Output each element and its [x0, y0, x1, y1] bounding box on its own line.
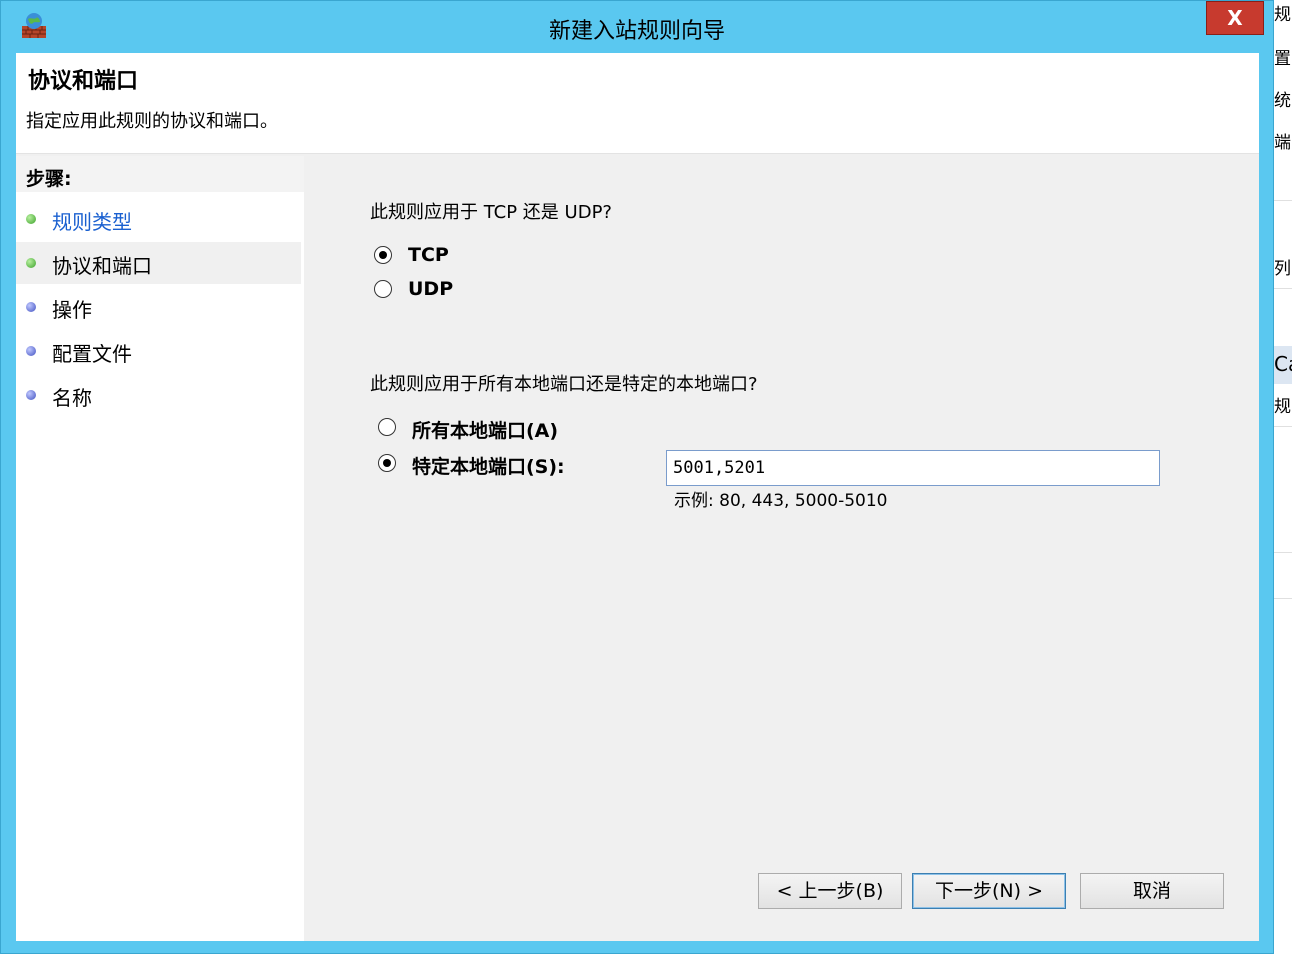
step-status-green-icon: [26, 214, 36, 224]
step-label: 协议和端口: [52, 254, 152, 278]
wizard-window: 新建入站规则向导 X 协议和端口 指定应用此规则的协议和端口。 步骤: 规则类型…: [0, 0, 1274, 954]
close-button[interactable]: X: [1206, 1, 1264, 35]
step-label: 操作: [52, 298, 92, 322]
window-title: 新建入站规则向导: [548, 19, 725, 44]
cancel-button[interactable]: 取消: [1080, 873, 1224, 909]
wizard-client-area: 协议和端口 指定应用此规则的协议和端口。 步骤: 规则类型 协议和端口 操作 配…: [16, 53, 1259, 941]
content-panel: 此规则应用于 TCP 还是 UDP? TCP UDP 此规则应用于所有本地端口还…: [308, 156, 1259, 941]
back-button[interactable]: < 上一步(B): [758, 873, 902, 909]
bg-text-2: 置: [1274, 49, 1291, 69]
step-status-blue-icon: [26, 390, 36, 400]
specific-ports-input[interactable]: [666, 450, 1160, 486]
bg-text-6: Ca: [1274, 352, 1292, 376]
step-label: 配置文件: [52, 342, 132, 366]
specific-ports-radio-button[interactable]: [378, 454, 396, 472]
step-label: 名称: [52, 386, 92, 410]
page-header: 协议和端口 指定应用此规则的协议和端口。: [16, 53, 1259, 154]
step-status-green-icon: [26, 258, 36, 268]
step-profile: 配置文件: [16, 330, 301, 372]
step-rule-type[interactable]: 规则类型: [16, 198, 301, 240]
udp-radio-label[interactable]: UDP: [408, 278, 453, 300]
steps-heading: 步骤:: [16, 156, 304, 192]
tcp-radio-label[interactable]: TCP: [408, 244, 449, 266]
ports-example-hint: 示例: 80, 443, 5000-5010: [674, 491, 888, 511]
specific-ports-radio-label[interactable]: 特定本地端口(S):: [412, 452, 565, 479]
bg-text-4: 端: [1274, 133, 1291, 153]
bg-text-3: 统: [1274, 91, 1291, 111]
bg-text-5: 列: [1274, 259, 1291, 279]
step-label[interactable]: 规则类型: [52, 206, 132, 235]
title-bar[interactable]: 新建入站规则向导 X: [1, 1, 1273, 53]
protocol-question: 此规则应用于 TCP 还是 UDP?: [370, 202, 612, 223]
steps-panel: 步骤: 规则类型 协议和端口 操作 配置文件 名称: [16, 156, 304, 941]
step-protocol-and-ports: 协议和端口: [16, 242, 301, 284]
step-action: 操作: [16, 286, 301, 328]
bg-text-7: 规: [1274, 397, 1291, 417]
page-title: 协议和端口: [28, 69, 139, 94]
step-name: 名称: [16, 374, 301, 416]
step-status-blue-icon: [26, 302, 36, 312]
next-button[interactable]: 下一步(N) >: [912, 873, 1066, 909]
steps-title-label: 步骤:: [26, 168, 72, 190]
all-ports-radio-label[interactable]: 所有本地端口(A): [412, 416, 558, 443]
page-description: 指定应用此规则的协议和端口。: [26, 111, 278, 132]
ports-question: 此规则应用于所有本地端口还是特定的本地端口?: [370, 374, 758, 395]
all-ports-radio-button[interactable]: [378, 418, 396, 436]
step-status-blue-icon: [26, 346, 36, 356]
udp-radio-button[interactable]: [374, 280, 392, 298]
bg-text-1: 规: [1274, 5, 1291, 25]
tcp-radio-button[interactable]: [374, 246, 392, 264]
